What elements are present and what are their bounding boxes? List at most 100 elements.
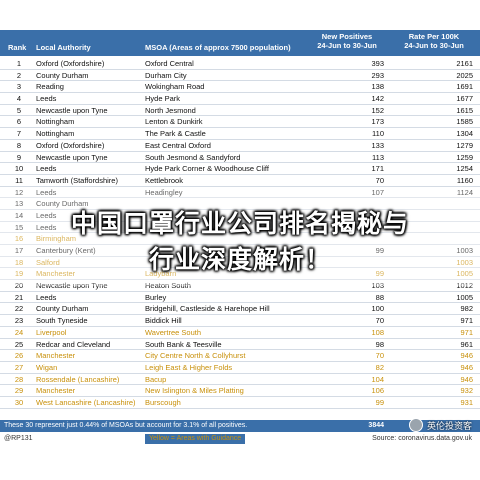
table-row: 9 Newcastle upon Tyne South Jesmond & Sand… <box>0 152 480 164</box>
table-row: 8 Oxford (Oxfordshire) East Central Oxford… <box>0 140 480 152</box>
local-authority-cell: Tamworth (Staffordshire) <box>36 175 118 185</box>
new-positives-cell: 98 <box>375 339 384 349</box>
local-authority-cell: Liverpool <box>36 327 67 337</box>
rate-cell: 1279 <box>456 140 473 150</box>
table-row: 7 Nottingham The Park & Castle 110 1304 <box>0 128 480 140</box>
header-new-positives: New Positives 24-Jun to 30-Jun <box>310 30 384 56</box>
local-authority-cell: County Durham <box>36 304 89 314</box>
new-positives-cell: 110 <box>372 129 384 139</box>
rate-cell: 1585 <box>456 117 473 127</box>
local-authority-cell: Wigan <box>36 362 58 372</box>
table-row: 28 Rossendale (Lancashire) Bacup 104 946 <box>0 374 480 386</box>
new-positives-cell: 393 <box>371 59 384 68</box>
msoa-cell: Durham City <box>145 70 187 80</box>
rank-cell: 1 <box>16 59 22 68</box>
table-row: 3 Reading Wokingham Road 138 1691 <box>0 81 480 94</box>
rate-cell: 971 <box>460 316 473 326</box>
rate-cell: 1160 <box>456 175 473 185</box>
rate-cell: 961 <box>460 339 473 349</box>
header-rank: Rank <box>8 43 27 52</box>
rank-cell: 10 <box>14 164 24 174</box>
local-authority-cell: Rossendale (Lancashire) <box>36 374 120 384</box>
local-authority-cell: Reading <box>36 82 64 92</box>
local-authority-cell: Oxford (Oxfordshire) <box>36 140 105 150</box>
new-positives-cell: 152 <box>371 105 384 115</box>
table-row: 10 Leeds Hyde Park Corner & Woodhouse Clif… <box>0 163 480 175</box>
header-rate-label: Rate Per 100K <box>408 32 460 41</box>
rank-cell: 22 <box>14 304 24 314</box>
new-positives-cell: 82 <box>375 362 384 372</box>
table-row: 26 Manchester City Centre North & Collyhur… <box>0 350 480 362</box>
rate-cell: 971 <box>460 327 473 337</box>
table-row: 1 Oxford (Oxfordshire) Oxford Central 393 21… <box>0 58 480 70</box>
rank-cell: 26 <box>14 351 24 361</box>
msoa-cell: South Bank & Teesville <box>145 339 222 349</box>
header-new-positives-period: 24-Jun to 30-Jun <box>317 41 377 50</box>
source-bar: @RP131 Yellow = Areas with Guidance Sour… <box>0 432 480 446</box>
rate-cell: 1254 <box>456 164 473 174</box>
header-msoa: MSOA (Areas of approx 7500 population) <box>145 43 291 52</box>
rate-cell: 1615 <box>456 105 473 115</box>
table-row: 29 Manchester New Islington & Miles Platti… <box>0 385 480 397</box>
header-new-positives-label: New Positives <box>321 32 373 41</box>
msoa-cell: East Central Oxford <box>145 140 211 150</box>
header-rate: Rate Per 100K 24-Jun to 30-Jun <box>395 30 473 56</box>
local-authority-cell: Manchester <box>36 351 76 361</box>
rank-cell: 24 <box>14 327 24 337</box>
header-local-authority: Local Authority <box>36 43 91 52</box>
table-row: 6 Nottingham Lenton & Dunkirk 173 1585 <box>0 116 480 129</box>
local-authority-cell: Oxford (Oxfordshire) <box>36 59 105 68</box>
msoa-cell: City Centre North & Collyhurst <box>145 351 246 361</box>
table-row: 5 Newcastle upon Tyne North Jesmond 152 1615 <box>0 105 480 117</box>
rate-cell: 946 <box>460 362 473 372</box>
rate-cell: 2025 <box>456 70 473 80</box>
local-authority-cell: Nottingham <box>36 129 75 139</box>
rank-cell: 5 <box>16 105 22 115</box>
msoa-cell: Bacup <box>145 374 167 384</box>
rate-cell: 931 <box>460 397 473 407</box>
msoa-cell: Wavertree South <box>145 327 201 337</box>
rate-cell: 1691 <box>456 82 473 92</box>
new-positives-cell: 293 <box>371 70 384 80</box>
watermark-text: 英伦投资客 <box>426 420 472 431</box>
rank-cell: 29 <box>14 386 24 396</box>
msoa-cell: South Jesmond & Sandyford <box>145 152 241 162</box>
rank-cell: 30 <box>14 397 24 407</box>
rank-cell: 21 <box>14 292 24 302</box>
new-positives-cell: 99 <box>375 397 384 407</box>
rate-cell: 982 <box>460 304 473 314</box>
local-authority-cell: County Durham <box>36 70 89 80</box>
msoa-cell: Wokingham Road <box>145 82 205 92</box>
table-row: 4 Leeds Hyde Park 142 1677 <box>0 93 480 105</box>
new-positives-cell: 142 <box>371 94 384 104</box>
msoa-cell: Burscough <box>145 397 181 407</box>
rank-cell: 2 <box>16 70 22 80</box>
rate-cell: 2161 <box>456 59 473 68</box>
local-authority-cell: Leeds <box>36 164 57 174</box>
local-authority-cell: South Tyneside <box>36 316 88 326</box>
header-rate-period: 24-Jun to 30-Jun <box>404 41 464 50</box>
rank-cell: 6 <box>16 117 22 127</box>
msoa-cell: Hyde Park <box>145 94 181 104</box>
msoa-cell: New Islington & Miles Platting <box>145 386 244 396</box>
new-positives-cell: 100 <box>371 304 384 314</box>
rank-cell: 25 <box>14 339 24 349</box>
msoa-cell: Bridgehill, Castleside & Harehope Hill <box>145 304 270 314</box>
local-authority-cell: Leeds <box>36 292 57 302</box>
table-row: 11 Tamworth (Staffordshire) Kettlebrook 70 1… <box>0 175 480 187</box>
local-authority-cell: Nottingham <box>36 117 75 127</box>
rank-cell: 11 <box>15 175 23 185</box>
rank-cell: 7 <box>16 129 22 139</box>
wechat-logo-icon <box>408 418 423 432</box>
rank-cell: 27 <box>14 362 24 372</box>
table-screenshot: Rank Local Authority MSOA (Areas of appr… <box>0 0 480 480</box>
new-positives-cell: 106 <box>371 386 384 396</box>
table-row: 27 Wigan Leigh East & Higher Folds 82 946 <box>0 362 480 374</box>
rate-cell: 1005 <box>456 292 473 302</box>
headline-line-1: 中国口罩行业公司排名揭秘与 <box>70 209 409 238</box>
headline-line-2: 行业深度解析！ <box>148 245 331 274</box>
rate-cell: 1259 <box>456 152 473 162</box>
msoa-cell: North Jesmond <box>145 105 196 115</box>
new-positives-cell: 173 <box>371 117 384 127</box>
rank-cell: 3 <box>16 82 22 92</box>
